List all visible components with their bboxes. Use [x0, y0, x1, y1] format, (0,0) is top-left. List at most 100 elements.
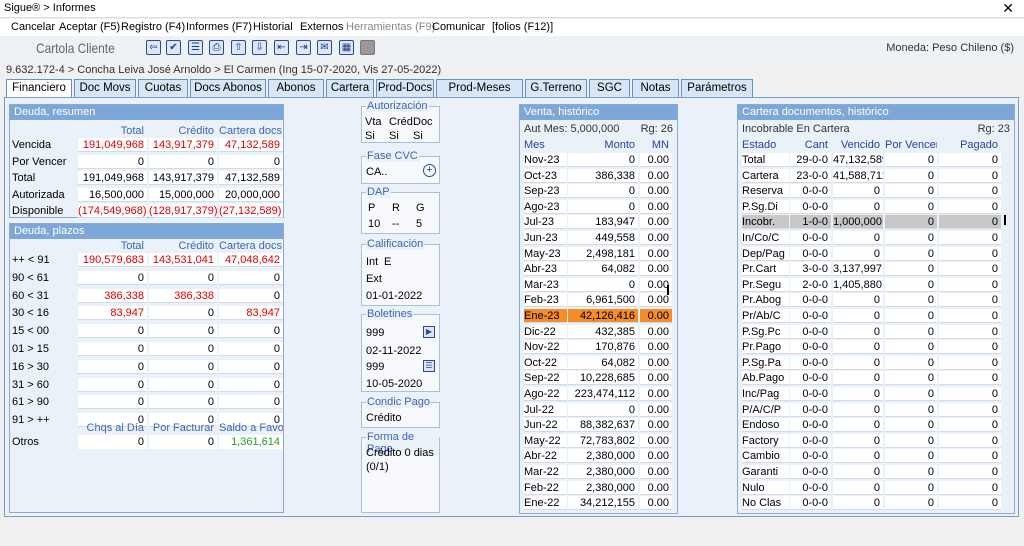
venta-cell: 0	[568, 277, 638, 292]
venta-row-mes[interactable]: Abr-23	[524, 262, 567, 277]
menu-item-0[interactable]: Cancelar	[11, 21, 55, 33]
tab-g-terreno[interactable]: G.Terreno	[525, 79, 587, 98]
cartera-row-estado[interactable]: Factory	[742, 433, 789, 448]
tab-cuotas[interactable]: Cuotas	[138, 79, 188, 98]
venta-row-mes[interactable]: May-23	[524, 246, 567, 261]
cartera-row-estado[interactable]: Pr.Segu	[742, 277, 789, 292]
cartera-row-estado[interactable]: Endoso	[742, 418, 789, 433]
venta-row-mes[interactable]: Jul-23	[524, 215, 567, 230]
venta-row-mes[interactable]: Ago-22	[524, 387, 567, 401]
cartera-scrollbar[interactable]	[1004, 215, 1006, 225]
venta-row-mes[interactable]: Feb-23	[524, 293, 567, 308]
venta-cell: 0.00	[640, 496, 672, 511]
venta-row-mes[interactable]: Dic-22	[524, 324, 567, 339]
cartera-cell: 0	[885, 309, 937, 323]
cartera-cell: 0	[939, 371, 1001, 386]
venta-row-mes[interactable]: Nov-22	[524, 340, 567, 355]
cartera-row-estado[interactable]: Cambio	[742, 449, 789, 464]
cartera-row-estado[interactable]: Cartera	[742, 168, 789, 183]
menu-item-5[interactable]: Externos	[300, 21, 343, 33]
venta-row-mes[interactable]: Sep-23	[524, 184, 567, 199]
venta-row-mes[interactable]: Jun-22	[524, 418, 567, 433]
cartera-row-estado[interactable]: P.Sg.Di	[742, 199, 789, 214]
tab-notas[interactable]: Notas	[632, 79, 679, 98]
check-document-icon[interactable]: ✔	[166, 40, 181, 55]
venta-row-mes[interactable]: Ene-23	[524, 309, 567, 323]
tab-sgc[interactable]: SGC	[589, 79, 630, 98]
venta-row-mes[interactable]: Mar-22	[524, 465, 567, 479]
menu-item-6[interactable]: Herramientas (F9)	[346, 21, 435, 33]
resumen-cell: 16,500,000	[78, 187, 147, 202]
cartera-row-estado[interactable]: No Clas	[742, 496, 789, 511]
venta-row-mes[interactable]: Oct-22	[524, 355, 567, 370]
last-page-icon[interactable]: ⇥	[296, 40, 311, 55]
cartera-row-estado[interactable]: Inc/Pag	[742, 387, 789, 401]
cartera-cell: 0	[939, 184, 1001, 199]
tab-docs-abonos[interactable]: Docs Abonos	[190, 79, 266, 98]
cartera-row-estado[interactable]: Garanti	[742, 465, 789, 479]
cartera-row-estado[interactable]: Pr/Ab/C	[742, 309, 789, 323]
back-arrow-icon[interactable]: ⇦	[146, 40, 161, 55]
cartera-cell: 0	[939, 168, 1001, 183]
cartera-row-estado[interactable]: Dep/Pag	[742, 246, 789, 261]
cartera-cell: 0	[939, 246, 1001, 261]
list-icon[interactable]: ☰	[423, 360, 435, 372]
gray-square-icon[interactable]: ■	[360, 40, 375, 55]
add-icon[interactable]: +	[423, 164, 436, 177]
grid-icon[interactable]: ▦	[339, 40, 354, 55]
cartera-row-estado[interactable]: Nulo	[742, 480, 789, 495]
down-circle-icon[interactable]: ⇩	[252, 40, 267, 55]
cartera-row-estado[interactable]: Total	[742, 153, 789, 167]
up-circle-icon[interactable]: ⇧	[231, 40, 246, 55]
venta-row-mes[interactable]: Ago-23	[524, 199, 567, 214]
tab-financiero[interactable]: Financiero	[6, 79, 72, 98]
first-page-icon[interactable]: ⇤	[274, 40, 289, 55]
menu-item-2[interactable]: Registro (F4)	[121, 21, 185, 33]
cartera-row-estado[interactable]: P.Sg.Pa	[742, 355, 789, 370]
venta-cell: 0.00	[640, 402, 672, 417]
venta-row-mes[interactable]: Nov-23	[524, 153, 567, 167]
venta-scrollbar[interactable]	[667, 285, 669, 295]
tab-cartera[interactable]: Cartera	[326, 79, 374, 98]
venta-row-mes[interactable]: Jun-23	[524, 231, 567, 245]
venta-cell: 2,380,000	[568, 449, 638, 464]
close-icon[interactable]: ✕	[1002, 0, 1014, 17]
tab-abonos[interactable]: Abonos	[268, 79, 324, 98]
arrow-right-icon[interactable]: ▶	[423, 326, 435, 338]
tab-prod-meses[interactable]: Prod-Meses	[436, 79, 523, 98]
menu-item-4[interactable]: Historial	[253, 21, 293, 33]
cartera-row-estado[interactable]: Ab.Pago	[742, 371, 789, 386]
cartera-row-estado[interactable]: Pr.Abog	[742, 293, 789, 308]
resumen-col-header: Cartera docs	[219, 125, 282, 137]
cartera-row-estado[interactable]: P/A/C/P	[742, 402, 789, 417]
tab-par-metros[interactable]: Parámetros	[681, 79, 753, 98]
venta-row-mes[interactable]: May-22	[524, 433, 567, 448]
cartera-row-estado[interactable]: In/Co/C	[742, 231, 789, 245]
menu-item-1[interactable]: Aceptar (F5)	[59, 21, 120, 33]
list-icon[interactable]: ☰	[188, 40, 203, 55]
chat-icon[interactable]: ✉	[317, 40, 332, 55]
plazos-cell: 83,947	[78, 306, 147, 321]
plazos-row-label: 31 > 60	[12, 378, 50, 391]
menu-item-7[interactable]: Comunicar	[432, 21, 485, 33]
tab-prod-docs[interactable]: Prod-Docs	[376, 79, 434, 98]
venta-row-mes[interactable]: Mar-23	[524, 277, 567, 292]
venta-row-mes[interactable]: Oct-23	[524, 168, 567, 183]
cartera-row-estado[interactable]: Pr.Pago	[742, 340, 789, 355]
venta-row-mes[interactable]: Sep-22	[524, 371, 567, 386]
tab-doc-movs[interactable]: Doc Movs	[74, 79, 136, 98]
cartera-row-estado[interactable]: Incobr.	[742, 215, 789, 230]
venta-row-mes[interactable]: Jul-22	[524, 402, 567, 417]
cartera-row-estado[interactable]: Reserva	[742, 184, 789, 199]
print-icon[interactable]: ⎙	[209, 40, 224, 55]
menu-item-8[interactable]: [folios (F12)]	[492, 21, 553, 33]
cartera-cell: 1,000,000	[833, 215, 883, 230]
cartera-row-estado[interactable]: P.Sg.Pc	[742, 324, 789, 339]
cartera-cell: 41,588,712	[833, 168, 883, 183]
menu-item-3[interactable]: Informes (F7)	[186, 21, 252, 33]
venta-row-mes[interactable]: Ene-22	[524, 496, 567, 511]
cartera-row-estado[interactable]: Pr.Cart	[742, 262, 789, 277]
autorizacion-val: Si	[389, 130, 399, 142]
venta-row-mes[interactable]: Abr-22	[524, 449, 567, 464]
venta-row-mes[interactable]: Feb-22	[524, 480, 567, 495]
